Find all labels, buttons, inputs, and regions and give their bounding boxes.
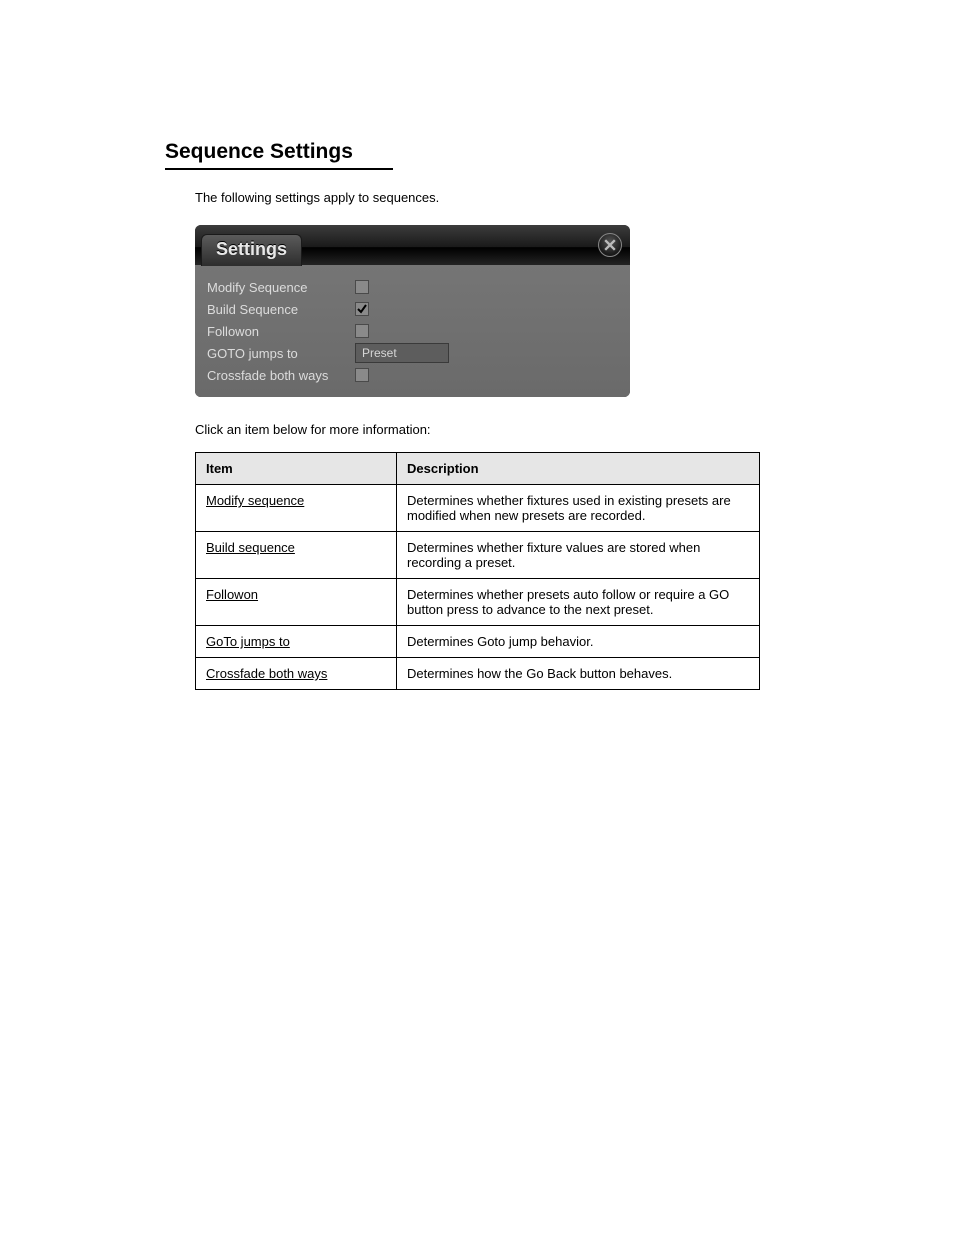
th-desc: Description: [397, 453, 760, 485]
desc-modify-sequence: Determines whether fixtures used in exis…: [397, 485, 760, 532]
link-build-sequence[interactable]: Build sequence: [206, 540, 295, 555]
link-crossfade-both-ways[interactable]: Crossfade both ways: [206, 666, 327, 681]
desc-crossfade-both-ways: Determines how the Go Back button behave…: [397, 658, 760, 690]
table-row: Build sequence Determines whether fixtur…: [196, 532, 760, 579]
label-goto-jumps-to: GOTO jumps to: [207, 346, 355, 361]
label-crossfade-both-ways: Crossfade both ways: [207, 368, 355, 383]
desc-build-sequence: Determines whether fixture values are st…: [397, 532, 760, 579]
row-build-sequence: Build Sequence: [207, 299, 618, 319]
row-goto-jumps-to: GOTO jumps to Preset: [207, 343, 618, 363]
label-followon: Followon: [207, 324, 355, 339]
checkbox-followon[interactable]: [355, 324, 369, 338]
intro-text: The following settings apply to sequence…: [195, 190, 789, 205]
row-followon: Followon: [207, 321, 618, 341]
checkbox-modify-sequence[interactable]: [355, 280, 369, 294]
row-modify-sequence: Modify Sequence: [207, 277, 618, 297]
select-goto-jumps-to[interactable]: Preset: [355, 343, 449, 363]
settings-panel: Settings Modify Sequence Build Sequence …: [195, 225, 630, 397]
th-item: Item: [196, 453, 397, 485]
table-row: Crossfade both ways Determines how the G…: [196, 658, 760, 690]
link-modify-sequence[interactable]: Modify sequence: [206, 493, 304, 508]
ref-intro: Click an item below for more information…: [195, 422, 789, 437]
link-goto-jumps-to[interactable]: GoTo jumps to: [206, 634, 290, 649]
settings-body: Modify Sequence Build Sequence Followon …: [195, 265, 630, 397]
table-row: GoTo jumps to Determines Goto jump behav…: [196, 626, 760, 658]
desc-followon: Determines whether presets auto follow o…: [397, 579, 760, 626]
desc-goto-jumps-to: Determines Goto jump behavior.: [397, 626, 760, 658]
settings-tab[interactable]: Settings: [201, 234, 302, 266]
label-modify-sequence: Modify Sequence: [207, 280, 355, 295]
checkbox-build-sequence[interactable]: [355, 302, 369, 316]
row-crossfade-both-ways: Crossfade both ways: [207, 365, 618, 385]
table-row: Followon Determines whether presets auto…: [196, 579, 760, 626]
checkbox-crossfade-both-ways[interactable]: [355, 368, 369, 382]
reference-table: Item Description Modify sequence Determi…: [195, 452, 760, 690]
settings-header: Settings: [195, 225, 630, 265]
table-row: Modify sequence Determines whether fixtu…: [196, 485, 760, 532]
close-icon[interactable]: [598, 233, 622, 257]
section-heading: Sequence Settings: [165, 140, 393, 170]
label-build-sequence: Build Sequence: [207, 302, 355, 317]
link-followon[interactable]: Followon: [206, 587, 258, 602]
